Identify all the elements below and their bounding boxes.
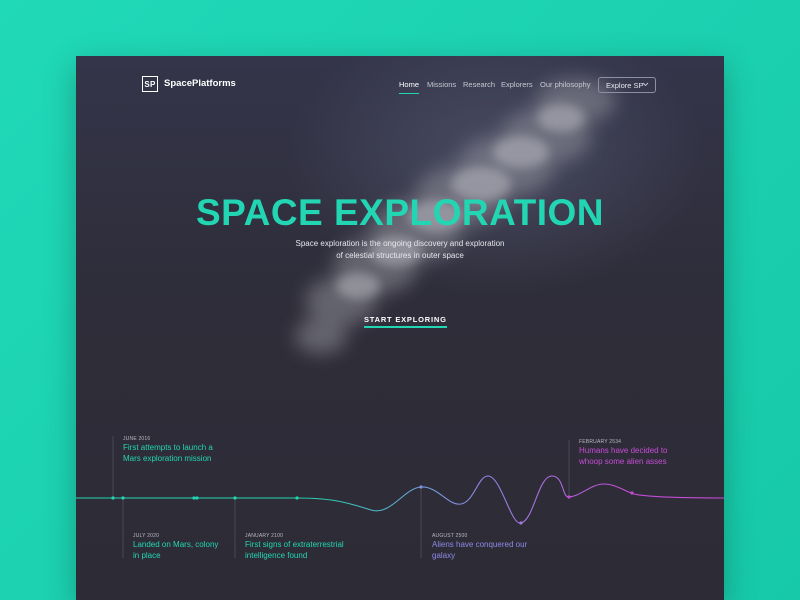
event-line: in place [133, 550, 161, 560]
event-description[interactable]: First signs of extraterrestrial intellig… [245, 540, 365, 561]
event-line: Mars exploration mission [123, 453, 212, 463]
timeline-node[interactable] [567, 495, 571, 499]
event-date: FEBRUARY 2534 [579, 439, 622, 445]
timeline-graph [76, 436, 724, 558]
event-date: JUNE 2016 [123, 436, 151, 442]
timeline-node[interactable] [419, 485, 423, 489]
timeline-node[interactable] [111, 496, 115, 500]
event-description[interactable]: Humans have decided to whoop some alien … [579, 446, 699, 467]
event-line: galaxy [432, 550, 456, 560]
event-date: JANUARY 2100 [245, 533, 284, 539]
event-line: Aliens have conquered our [432, 540, 528, 549]
event-description[interactable]: First attempts to launch a Mars explorat… [123, 443, 243, 464]
event-date: JULY 2020 [133, 533, 160, 539]
timeline-node[interactable] [121, 496, 125, 500]
event-date: AUGUST 2500 [432, 533, 468, 539]
timeline-node[interactable] [630, 491, 634, 495]
event-line: First attempts to launch a [123, 443, 213, 452]
event-line: Landed on Mars, colony [133, 540, 219, 549]
timeline-node[interactable] [233, 496, 237, 500]
website-frame: SP SpacePlatforms Home Missions Research… [76, 56, 724, 600]
timeline-node[interactable] [195, 496, 199, 500]
timeline-node[interactable] [192, 496, 196, 500]
event-description[interactable]: Landed on Mars, colony in place [133, 540, 253, 561]
event-line: whoop some alien asses [579, 456, 667, 466]
event-line: intelligence found [245, 550, 308, 560]
timeline-wave [76, 475, 724, 524]
timeline-node[interactable] [295, 496, 299, 500]
event-description[interactable]: Aliens have conquered our galaxy [432, 540, 552, 561]
timeline-node[interactable] [519, 521, 523, 525]
event-line: Humans have decided to [579, 446, 668, 455]
event-line: First signs of extraterrestrial [245, 540, 344, 549]
